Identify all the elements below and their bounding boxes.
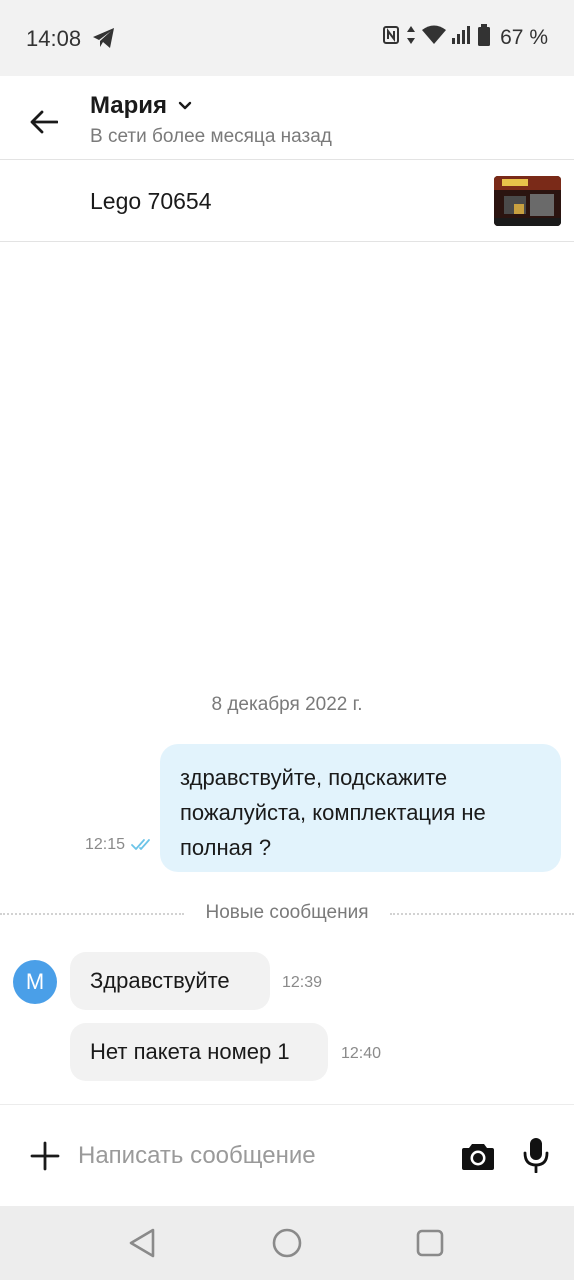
divider-line	[0, 913, 184, 915]
camera-button[interactable]	[459, 1137, 497, 1175]
status-icons: 67 %	[382, 24, 548, 51]
nav-back-button[interactable]	[122, 1223, 162, 1263]
message-time: 12:15	[85, 836, 126, 853]
message-input-bar	[0, 1104, 574, 1206]
nav-recents-button[interactable]	[410, 1223, 450, 1263]
status-bar: 14:08 67 %	[0, 0, 574, 76]
message-text: Здравствуйте	[90, 968, 230, 993]
product-bar[interactable]: Lego 70654	[0, 160, 574, 242]
incoming-message[interactable]: Нет пакета номер 1	[70, 1023, 328, 1081]
nfc-icon	[382, 25, 400, 50]
battery-percent: 67 %	[500, 25, 548, 49]
battery-icon	[478, 24, 491, 51]
double-check-icon	[130, 836, 154, 857]
telegram-icon	[92, 27, 116, 54]
avatar[interactable]: М	[13, 960, 57, 1004]
contact-name[interactable]: Мария	[90, 92, 167, 120]
arrow-left-icon	[30, 110, 58, 134]
wifi-icon	[422, 25, 447, 50]
square-recents-icon	[416, 1229, 444, 1257]
outgoing-message[interactable]: здравствуйте, подскажите пожалуйста, ком…	[160, 744, 561, 872]
microphone-icon	[523, 1138, 549, 1173]
signal-icon	[452, 26, 472, 49]
new-messages-label: Новые сообщения	[205, 902, 369, 923]
triangle-back-icon	[129, 1228, 155, 1258]
voice-button[interactable]	[518, 1135, 554, 1175]
message-line: здравствуйте, подскажите	[180, 765, 448, 790]
new-messages-divider: Новые сообщения	[0, 902, 574, 926]
nav-home-button[interactable]	[267, 1223, 307, 1263]
product-thumbnail[interactable]	[494, 176, 561, 226]
chat-header: Мария В сети более месяца назад	[0, 76, 574, 160]
message-line: полная ?	[180, 835, 272, 860]
camera-icon	[462, 1144, 494, 1170]
message-time: 12:40	[341, 1045, 382, 1062]
message-line: пожалуйста, комплектация не	[180, 800, 486, 825]
message-input[interactable]	[78, 1133, 438, 1179]
message-time: 12:39	[282, 974, 323, 991]
plus-icon	[30, 1141, 60, 1171]
back-button[interactable]	[22, 100, 66, 144]
data-arrows-icon	[406, 25, 416, 50]
system-nav-bar	[0, 1206, 574, 1280]
divider-line	[390, 913, 574, 915]
contact-status: В сети более месяца назад	[90, 126, 332, 147]
date-separator: 8 декабря 2022 г.	[211, 694, 363, 715]
attach-button[interactable]	[24, 1135, 66, 1177]
circle-home-icon	[272, 1228, 302, 1258]
chevron-down-icon[interactable]	[178, 98, 192, 116]
incoming-message[interactable]: Здравствуйте	[70, 952, 270, 1010]
product-title[interactable]: Lego 70654	[90, 188, 212, 215]
status-time: 14:08	[26, 26, 82, 51]
message-text: Нет пакета номер 1	[90, 1039, 290, 1064]
chat-area[interactable]: 8 декабря 2022 г. здравствуйте, подскажи…	[0, 242, 574, 1104]
